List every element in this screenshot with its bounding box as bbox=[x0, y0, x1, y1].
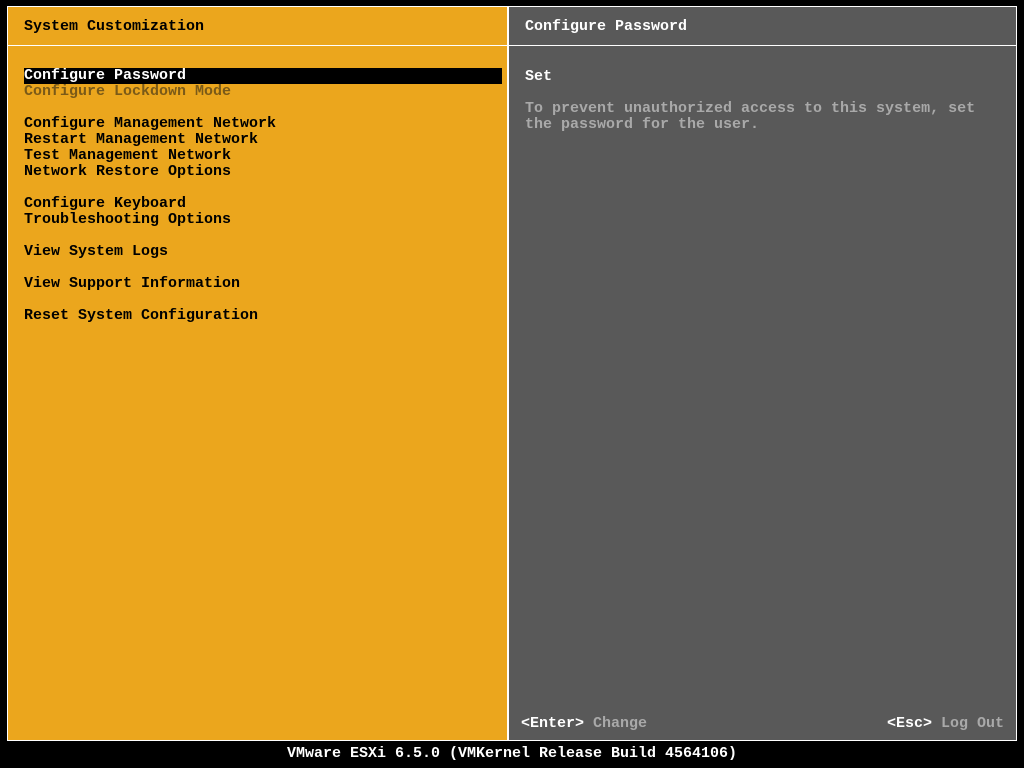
menu-item-troubleshooting[interactable]: Troubleshooting Options bbox=[8, 212, 499, 228]
menu-item-reset-system[interactable]: Reset System Configuration bbox=[8, 308, 499, 324]
menu-item-configure-lockdown: Configure Lockdown Mode bbox=[8, 84, 499, 100]
menu-item-configure-keyboard[interactable]: Configure Keyboard bbox=[8, 196, 499, 212]
menu-list: Configure PasswordConfigure Lockdown Mod… bbox=[8, 46, 507, 324]
menu-item-configure-mgmt-net[interactable]: Configure Management Network bbox=[8, 116, 499, 132]
password-status: Set bbox=[525, 68, 1000, 85]
menu-item-view-support[interactable]: View Support Information bbox=[8, 276, 499, 292]
menu-item-test-mgmt-net[interactable]: Test Management Network bbox=[8, 148, 499, 164]
detail-description: To prevent unauthorized access to this s… bbox=[525, 101, 1000, 133]
esc-action-label: Log Out bbox=[932, 715, 1004, 732]
menu-item-view-logs[interactable]: View System Logs bbox=[8, 244, 499, 260]
key-hint-bar: <Enter> Change <Esc> Log Out bbox=[521, 715, 1004, 732]
menu-gap bbox=[8, 180, 499, 196]
menu-item-configure-password[interactable]: Configure Password bbox=[24, 68, 502, 84]
dcui-screen: System Customization Configure PasswordC… bbox=[0, 0, 1024, 768]
menu-gap bbox=[8, 228, 499, 244]
menu-gap bbox=[8, 260, 499, 276]
menu-gap bbox=[8, 292, 499, 308]
enter-action-label: Change bbox=[584, 715, 647, 732]
right-panel: Configure Password Set To prevent unauth… bbox=[508, 6, 1017, 741]
enter-hint[interactable]: <Enter> Change bbox=[521, 715, 647, 732]
enter-key-label: <Enter> bbox=[521, 715, 584, 732]
left-panel: System Customization Configure PasswordC… bbox=[7, 6, 508, 741]
footer-version: VMware ESXi 6.5.0 (VMKernel Release Buil… bbox=[0, 745, 1024, 762]
left-panel-title: System Customization bbox=[8, 7, 507, 45]
detail-pane: Set To prevent unauthorized access to th… bbox=[509, 46, 1016, 133]
menu-item-restart-mgmt-net[interactable]: Restart Management Network bbox=[8, 132, 499, 148]
right-panel-title: Configure Password bbox=[509, 7, 1016, 45]
esc-hint[interactable]: <Esc> Log Out bbox=[887, 715, 1004, 732]
esc-key-label: <Esc> bbox=[887, 715, 932, 732]
menu-gap bbox=[8, 100, 499, 116]
menu-item-network-restore[interactable]: Network Restore Options bbox=[8, 164, 499, 180]
